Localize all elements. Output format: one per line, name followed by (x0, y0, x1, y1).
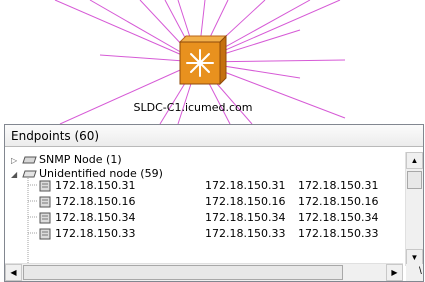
vertical-scroll-thumb[interactable] (407, 171, 422, 189)
node-label[interactable]: SLDC-C1.icumed.com (118, 101, 268, 114)
horizontal-scrollbar[interactable]: ◀ ▶ (5, 263, 403, 281)
device-icon (39, 196, 51, 208)
switch-router-icon (178, 34, 228, 86)
scroll-left-icon[interactable]: ◀ (5, 264, 22, 281)
endpoint-col2: 172.18.150.31 (205, 179, 286, 192)
tree-row[interactable]: 172.18.150.33 172.18.150.33 172.18.150.3… (5, 226, 403, 242)
endpoint-col2: 172.18.150.34 (205, 211, 286, 224)
endpoint-name: 172.18.150.33 (55, 227, 136, 240)
endpoint-col3: 172.18.150.34 (298, 211, 379, 224)
endpoint-col3: 172.18.150.16 (298, 195, 379, 208)
endpoint-col3: 172.18.150.31 (298, 179, 379, 192)
endpoint-col2: 172.18.150.16 (205, 195, 286, 208)
horizontal-scroll-thumb[interactable] (23, 265, 343, 280)
endpoint-name: 172.18.150.16 (55, 195, 136, 208)
tree-row[interactable]: 172.18.150.31 172.18.150.31 172.18.150.3… (5, 178, 403, 194)
expand-arrow-icon[interactable]: ▷ (11, 156, 20, 165)
scroll-up-icon[interactable]: ▲ (406, 152, 423, 169)
tree-row[interactable]: 172.18.150.34 172.18.150.34 172.18.150.3… (5, 210, 403, 226)
endpoints-tree[interactable]: ▷ SNMP Node (1) ◢ Unidentified node (59)… (5, 152, 403, 266)
device-icon (39, 180, 51, 192)
tree-row[interactable]: 172.18.150.16 172.18.150.16 172.18.150.1… (5, 194, 403, 210)
scroll-right-icon[interactable]: ▶ (386, 264, 403, 281)
panel-title: Endpoints (60) (5, 125, 423, 147)
snmp-node-icon (22, 156, 37, 164)
device-icon (39, 212, 51, 224)
edge-glyph: \ (419, 266, 422, 277)
endpoint-col2: 172.18.150.33 (205, 227, 286, 240)
endpoints-panel: Endpoints (60) ▷ SNMP Node (1) ◢ Unident… (4, 124, 424, 282)
device-icon (39, 228, 51, 240)
endpoint-col3: 172.18.150.33 (298, 227, 379, 240)
vertical-scrollbar[interactable]: ▲ ▼ (405, 152, 423, 266)
endpoint-name: 172.18.150.31 (55, 179, 136, 192)
endpoint-name: 172.18.150.34 (55, 211, 136, 224)
